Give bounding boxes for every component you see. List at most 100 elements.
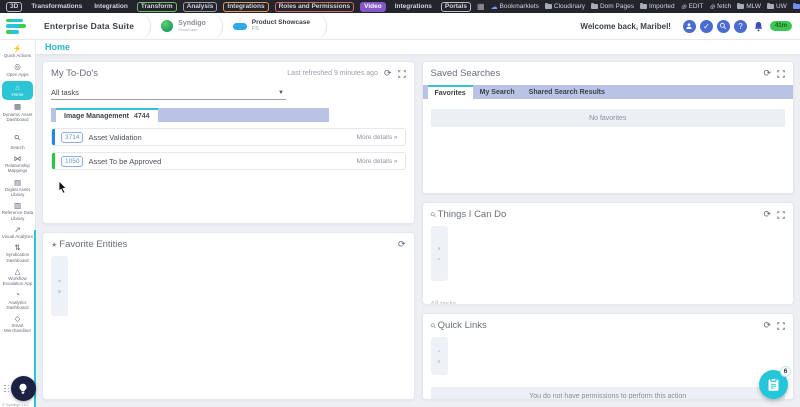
bookmark-folder-dom-pages[interactable]: Dom Pages [591,3,634,10]
context-subtitle: FS [252,26,310,33]
bookmark-folder-imported[interactable]: Imported [640,3,675,10]
left-sidebar: ⚡ Quick Actions ◎ Open Apps ⌂ Home ▦ Dyn… [0,40,36,407]
bookmark-fetch[interactable]: ⊕fetch [709,3,731,11]
bookmark-folder-bookmarklets[interactable]: ☁Bookmarklets [491,3,539,11]
breadcrumb-home[interactable]: Home [45,42,70,52]
sidebar-item-workflow-escalation-app[interactable]: △ Workflow Escalation App [0,266,35,290]
todo-row-asset-to-be-approved[interactable]: 1050 Asset To be Approved More details » [51,152,406,170]
bookmark-transform[interactable]: Transform [137,2,177,12]
folder-icon [591,4,598,9]
main-content: Home My To-Do's Last refreshed 9 minutes… [36,40,800,407]
sidebar-item-search[interactable]: ⚲ Search [0,125,35,153]
saved-searches-card: Saved Searches ⟳ Favorites My Search Sha… [422,61,795,194]
asset-library-icon: ▤ [1,179,34,187]
folder-icon [640,4,647,9]
bookmark-video[interactable]: Video [360,2,386,12]
syndigo-logo[interactable] [6,19,26,34]
sidebar-item-visual-analytics[interactable]: ↗ Visual Analytics [0,224,35,242]
bookmark-folder-cloudinary[interactable]: Cloudinary [545,3,585,10]
bookmark-integration[interactable]: Integration [91,3,131,11]
app-title: Enterprise Data Suite [44,21,134,31]
lightbulb-icon [16,382,30,396]
bookmark-3d[interactable]: 3D [6,2,22,12]
context-pill-icon [233,23,247,30]
tab-shared-search-results[interactable]: Shared Search Results [522,85,612,99]
more-details-link[interactable]: More details » [357,158,405,165]
tab-favorites[interactable]: Favorites [428,85,473,99]
bookmark-folder-mlw[interactable]: MLW [737,3,761,10]
todo-card-title: My To-Do's [51,68,98,79]
sidebar-item-home[interactable]: ⌂ Home [2,81,33,100]
favorite-entities-title: Favorite Entities [59,239,127,250]
things-i-can-do-card: ⚲ Things I Can Do ⟳ All tasks [422,202,795,305]
clipped-text: All tasks [431,301,457,305]
bookmark-folder-uw[interactable]: UW [767,3,787,10]
tasks-clipboard-fab[interactable]: 6 [759,370,788,399]
refresh-icon[interactable]: ⟳ [763,69,771,78]
expand-icon[interactable] [777,70,785,78]
count-badge: 3714 [61,132,83,143]
session-timer-badge[interactable]: 41m [770,21,792,31]
bookmark-transformations[interactable]: Transformations [28,3,85,11]
expand-icon[interactable] [777,211,785,219]
refresh-icon[interactable]: ⟳ [763,210,771,219]
drag-handle-icon[interactable] [4,385,10,393]
sidebar-item-smart-merchandiser[interactable]: ◇ Smart Merchandiser [0,313,35,337]
task-filter-select[interactable]: All tasks ▼ [51,86,286,100]
help-button[interactable]: ? [734,20,747,33]
loading-skeleton [431,226,448,281]
bookmark-folder-pgw[interactable]: PGW [793,3,800,10]
person-icon [685,22,693,30]
breadcrumb-showcase[interactable]: SyndigoShowCase [151,13,223,40]
more-details-link[interactable]: More details » [357,134,405,141]
chevron-down-icon: ▼ [278,90,284,96]
notifications-bell-icon[interactable] [753,21,764,32]
refresh-icon[interactable]: ⟳ [398,240,406,249]
quick-actions-icon: ⚡ [1,45,34,53]
tasks-button[interactable]: ✓ [700,20,713,33]
home-icon: ⌂ [3,84,32,92]
bookmark-portals[interactable]: Portals [441,2,471,12]
bookmark-edit[interactable]: ⊕EDIT [681,3,704,11]
star-icon: ★ [51,241,57,249]
expand-icon[interactable] [398,70,406,78]
idea-lightbulb-fab[interactable] [4,376,36,401]
app-header: Enterprise Data Suite SyndigoShowCase Pr… [0,13,800,40]
bookmark-analysis[interactable]: Analysis [183,2,218,12]
apps-grid-icon[interactable]: ▦ [477,2,485,11]
sidebar-item-digital-asset-library[interactable]: ▤ Digital Asset Library [0,177,35,201]
dashboard-icon: ▦ [1,103,34,111]
analytics-trend-icon: ↗ [1,226,34,234]
breadcrumb-app-title[interactable]: Enterprise Data Suite [34,13,151,40]
welcome-text: Welcome back, Maribel! [580,22,671,31]
loading-skeleton [51,256,68,316]
folder-icon [545,4,552,9]
breadcrumb-context[interactable]: Product ShowcaseFS [223,13,327,40]
sidebar-item-analytics-dashboard[interactable]: ◔ Analytics Dashboard [0,289,35,313]
refresh-icon[interactable]: ⟳ [763,321,771,330]
showcase-subtitle: ShowCase [178,27,206,32]
folder-icon-blue [793,4,800,9]
sidebar-item-dynamic-asset-dashboard[interactable]: ▦ Dynamic Asset Dashboard [0,101,35,125]
globe-icon: ⊕ [709,3,715,11]
sidebar-item-open-apps[interactable]: ◎ Open Apps [0,61,35,79]
saved-searches-tabstrip: Favorites My Search Shared Search Result… [423,85,794,99]
magnifier-icon: ⚲ [428,210,437,219]
profile-button[interactable] [683,20,696,33]
tab-my-search[interactable]: My Search [473,85,522,99]
no-permissions-message: You do not have permissions to perform t… [431,387,786,400]
search-button[interactable] [717,20,730,33]
expand-icon[interactable] [777,322,785,330]
tab-image-management[interactable]: Image Management 4744 [56,108,158,122]
sidebar-item-syndication-dashboard[interactable]: ⇅ Syndication Dashboard [0,242,35,266]
sidebar-item-reference-data-library[interactable]: ▥ Reference Data Library [0,200,35,224]
sidebar-item-quick-actions[interactable]: ⚡ Quick Actions [0,43,35,61]
refresh-icon[interactable]: ⟳ [384,69,392,78]
sidebar-item-relationship-mappings[interactable]: ⋈ Relationship Mappings [0,153,35,177]
status-bar-blue [52,129,55,145]
bookmark-integrations-2[interactable]: Integrations [392,3,435,11]
last-refreshed-text: Last refreshed 9 minutes ago [287,70,378,77]
todo-row-asset-validation[interactable]: 3714 Asset Validation More details » [51,128,406,146]
bookmark-roles-permissions[interactable]: Roles and Permissions [275,2,355,12]
bookmark-integrations[interactable]: Integrations [223,2,268,12]
